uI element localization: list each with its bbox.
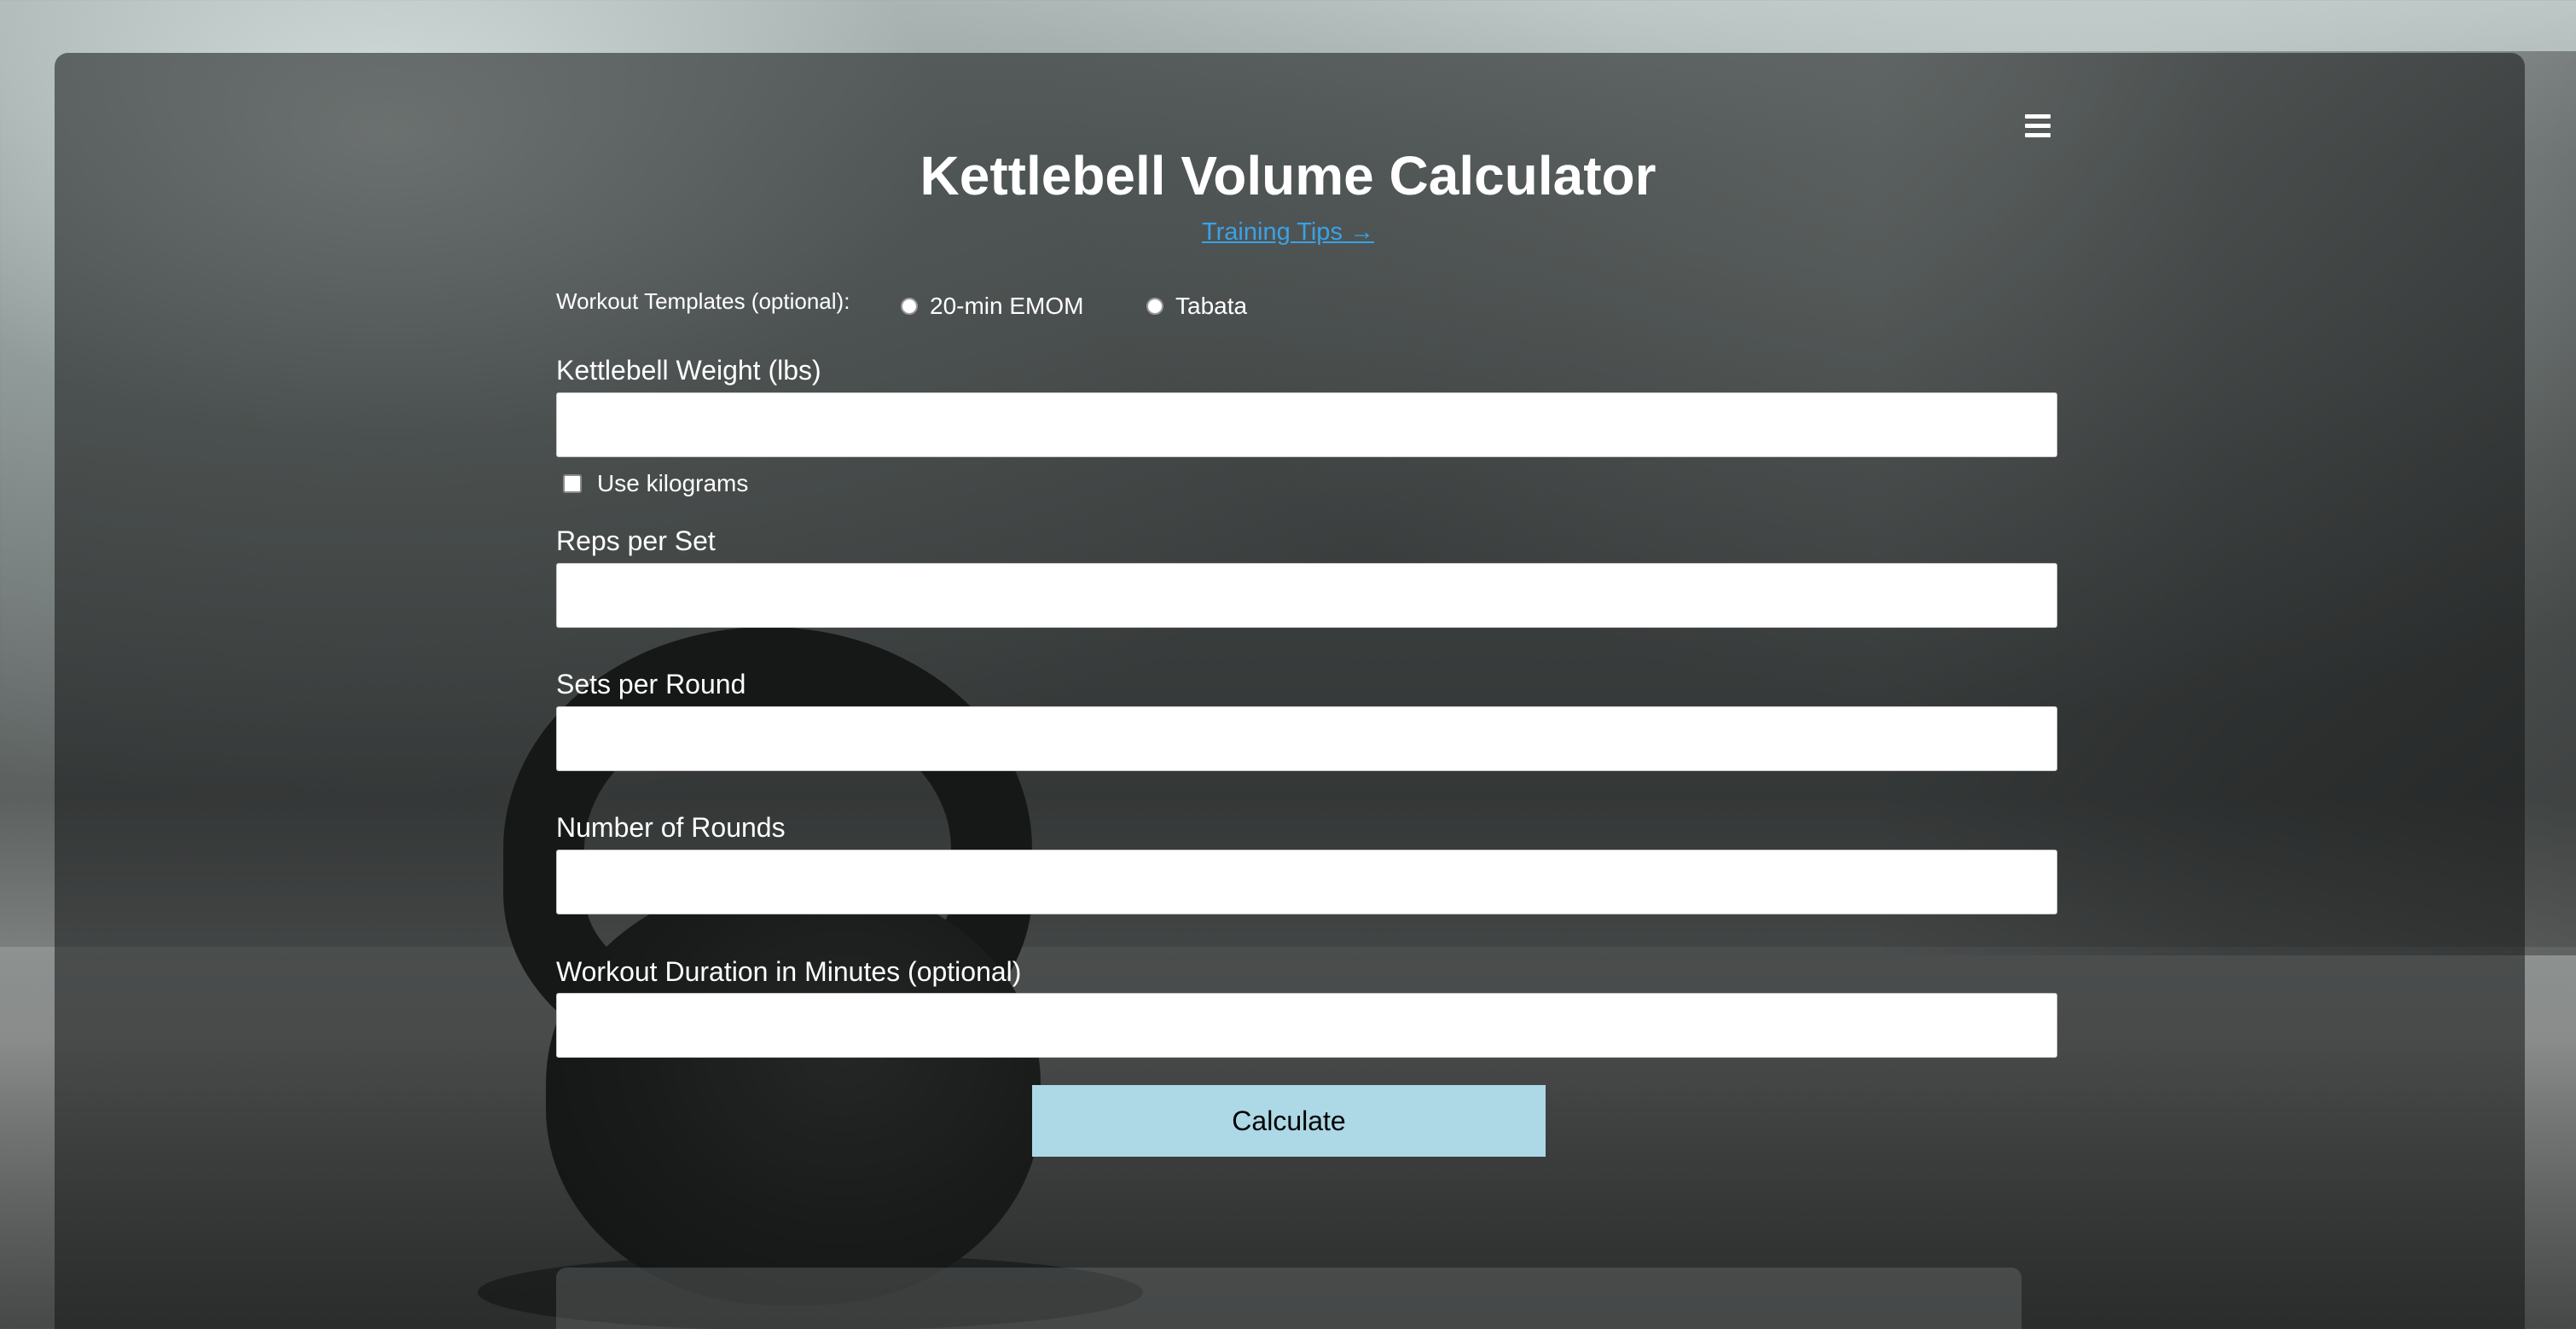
weight-label: Kettlebell Weight (lbs) xyxy=(556,355,821,386)
rounds-input[interactable] xyxy=(556,850,2057,914)
use-kilograms-checkbox[interactable] xyxy=(563,474,582,493)
reps-input[interactable] xyxy=(556,563,2057,628)
template-option-tabata[interactable]: Tabata xyxy=(1146,292,1247,321)
results-container xyxy=(556,1268,2022,1329)
training-tips-link[interactable]: Training Tips → xyxy=(1202,218,1374,246)
page-title: Kettlebell Volume Calculator xyxy=(920,145,1656,206)
rounds-label: Number of Rounds xyxy=(556,812,786,843)
workout-templates-label: Workout Templates (optional): xyxy=(556,288,850,314)
template-option-emom[interactable]: 20-min EMOM xyxy=(901,292,1083,321)
workout-templates-row: Workout Templates (optional): 20-min EMO… xyxy=(556,281,2057,324)
tabata-radio[interactable] xyxy=(1146,298,1163,315)
duration-label: Workout Duration in Minutes (optional) xyxy=(556,956,1022,987)
training-tips-container: Training Tips → xyxy=(0,217,2576,247)
calculate-button[interactable]: Calculate xyxy=(1032,1085,1546,1157)
sets-input[interactable] xyxy=(556,706,2057,771)
use-kilograms-label: Use kilograms xyxy=(597,470,749,496)
duration-input[interactable] xyxy=(556,993,2057,1058)
emom-radio-label: 20-min EMOM xyxy=(930,293,1084,319)
weight-input[interactable] xyxy=(556,392,2057,457)
sets-label: Sets per Round xyxy=(556,669,746,699)
tabata-radio-label: Tabata xyxy=(1175,293,1248,319)
reps-label: Reps per Set xyxy=(556,525,716,556)
hamburger-menu-icon[interactable] xyxy=(2025,114,2051,140)
use-kilograms-row[interactable]: Use kilograms xyxy=(563,469,748,498)
emom-radio[interactable] xyxy=(901,298,918,315)
